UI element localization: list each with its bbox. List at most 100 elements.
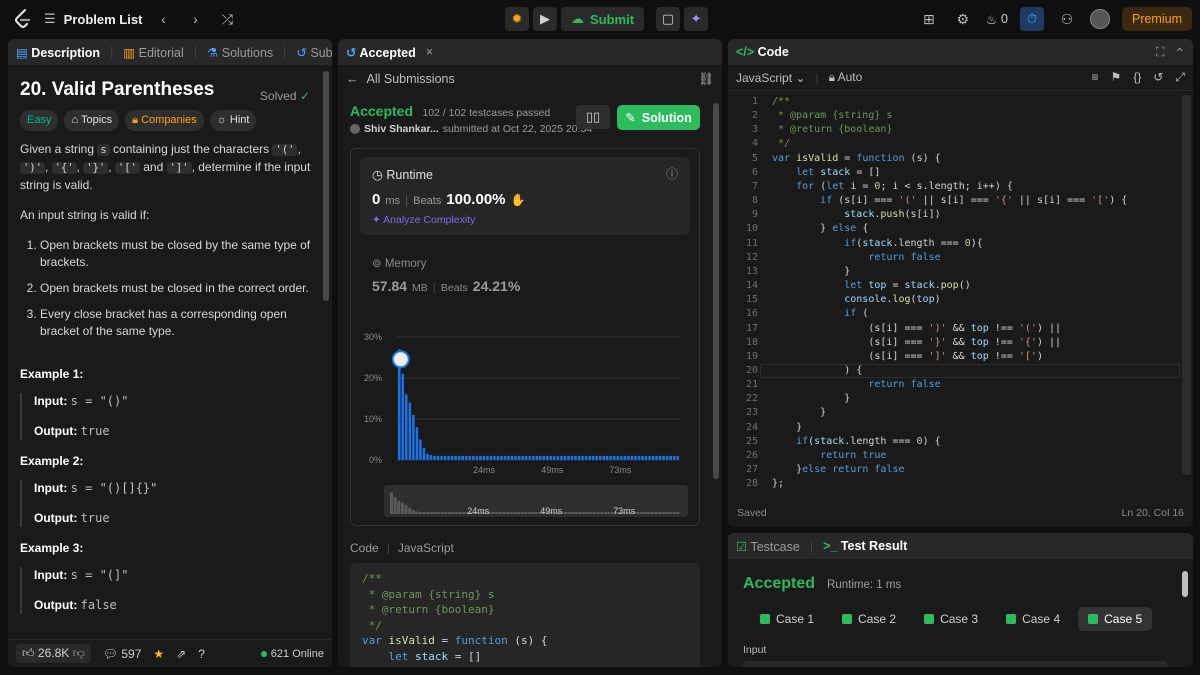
- chart-bar[interactable]: [570, 455, 574, 460]
- shuffle-icon[interactable]: ⤮: [216, 11, 238, 28]
- tab-solutions[interactable]: ⚗ Solutions: [207, 45, 273, 60]
- chart-bar[interactable]: [539, 455, 542, 460]
- submission-scrollbar[interactable]: [713, 103, 719, 479]
- link-icon[interactable]: ⛓: [698, 72, 714, 87]
- editor-body[interactable]: 1 2 3 4 5 6 7 8 9 10 11 12 13 14 15 16 1…: [728, 95, 1193, 495]
- case-tab[interactable]: Case 2: [832, 607, 906, 631]
- next-problem-icon[interactable]: ›: [184, 11, 206, 27]
- chart-bar[interactable]: [510, 455, 514, 460]
- memory-section[interactable]: ⊚ Memory 57.84 MB | Beats 24.21%: [372, 256, 672, 294]
- reset-icon[interactable]: ↺: [1153, 70, 1163, 85]
- premium-button[interactable]: Premium: [1121, 7, 1192, 31]
- chart-bar[interactable]: [595, 455, 598, 460]
- chart-bar[interactable]: [401, 373, 405, 460]
- chart-bar[interactable]: [475, 455, 479, 460]
- chart-bar[interactable]: [468, 455, 472, 460]
- layout-grid-icon[interactable]: ⊞: [918, 11, 940, 28]
- tab-testcase[interactable]: ☑ Testcase: [736, 539, 800, 554]
- chart-bar[interactable]: [507, 455, 510, 460]
- editorial-book-button[interactable]: ▯▯: [576, 105, 610, 129]
- chart-bar[interactable]: [627, 455, 630, 460]
- chart-bar[interactable]: [447, 455, 450, 460]
- chart-bar[interactable]: [535, 455, 538, 460]
- case-tab[interactable]: Case 1: [750, 607, 824, 631]
- chart-bar[interactable]: [479, 455, 482, 460]
- chart-bar[interactable]: [443, 455, 447, 460]
- tab-description[interactable]: ▤ Description: [16, 45, 100, 60]
- chart-bar[interactable]: [422, 447, 426, 460]
- tab-test-result[interactable]: >_ Test Result: [823, 539, 907, 553]
- chart-bar[interactable]: [672, 455, 676, 460]
- chart-bar[interactable]: [665, 455, 669, 460]
- chart-bar[interactable]: [496, 455, 500, 460]
- fullscreen-expand-icon[interactable]: ⤢: [1175, 70, 1185, 85]
- chart-bar[interactable]: [574, 455, 577, 460]
- chart-bar[interactable]: [472, 455, 475, 460]
- editor-scrollbar[interactable]: [1182, 95, 1191, 475]
- problem-list-button[interactable]: ☰ Problem List: [44, 11, 142, 27]
- chart-bar[interactable]: [648, 455, 651, 460]
- chart-bar[interactable]: [426, 453, 429, 460]
- bookmark-icon[interactable]: ⚑: [1111, 70, 1122, 85]
- tab-submissions[interactable]: ↺ Subr: [296, 45, 332, 60]
- fullscreen-icon[interactable]: ⛶: [1156, 45, 1165, 60]
- runtime-distribution-chart[interactable]: 30% 20% 10% 0% 24ms 49ms 73ms 24ms 49ms 73ms: [350, 324, 710, 554]
- chart-bar[interactable]: [609, 455, 613, 460]
- chart-bar[interactable]: [503, 455, 507, 460]
- chart-bar[interactable]: [454, 455, 457, 460]
- chart-bar[interactable]: [549, 455, 553, 460]
- description-scrollbar[interactable]: [323, 71, 329, 301]
- chart-bar[interactable]: [457, 455, 461, 460]
- chart-bar[interactable]: [542, 455, 546, 460]
- share-icon[interactable]: ⇗: [176, 647, 186, 661]
- help-icon[interactable]: ?: [198, 647, 205, 661]
- close-tab-icon[interactable]: ×: [426, 45, 433, 59]
- chart-bar[interactable]: [482, 455, 486, 460]
- chart-bar[interactable]: [415, 427, 419, 460]
- chart-bar[interactable]: [429, 455, 433, 460]
- all-submissions-link[interactable]: ← All Submissions ⛓: [338, 65, 722, 93]
- chart-bar[interactable]: [464, 455, 468, 460]
- chart-bar[interactable]: [644, 455, 648, 460]
- chart-bar[interactable]: [500, 455, 503, 460]
- chart-bar[interactable]: [655, 455, 658, 460]
- chart-bar[interactable]: [637, 455, 641, 460]
- chart-bar[interactable]: [486, 455, 489, 460]
- thumbs-down-icon[interactable]: 👎︎: [73, 646, 85, 660]
- chart-bar[interactable]: [419, 439, 422, 461]
- chart-bar[interactable]: [613, 455, 616, 460]
- code-content[interactable]: /** * @param {string} s * @return {boole…: [772, 95, 1127, 491]
- chart-bar[interactable]: [620, 455, 623, 460]
- chart-bar[interactable]: [546, 455, 549, 460]
- info-icon[interactable]: ⓘ: [666, 165, 678, 182]
- chart-bar[interactable]: [440, 455, 443, 460]
- chart-bar[interactable]: [433, 455, 436, 460]
- chart-bar[interactable]: [584, 455, 588, 460]
- chart-bar[interactable]: [598, 455, 602, 460]
- chart-bar[interactable]: [567, 455, 570, 460]
- avatar[interactable]: [1089, 9, 1110, 29]
- chart-bar[interactable]: [630, 455, 634, 460]
- language-select[interactable]: JavaScript ⌄: [736, 71, 805, 85]
- companies-tag[interactable]: 🔒︎ Companies: [125, 110, 204, 131]
- settings-gear-icon[interactable]: ⚙: [952, 11, 974, 28]
- tab-code[interactable]: </> Code: [736, 45, 789, 59]
- chart-bar[interactable]: [412, 414, 415, 460]
- case-tab[interactable]: Case 5: [1078, 607, 1153, 631]
- chart-bar[interactable]: [556, 455, 560, 460]
- tab-editorial[interactable]: ▥ Editorial: [123, 45, 183, 60]
- add-user-icon[interactable]: ⚇: [1056, 11, 1078, 28]
- auto-mode-toggle[interactable]: 🔒︎ Auto: [829, 70, 863, 85]
- chart-bar[interactable]: [405, 394, 408, 460]
- chart-bar[interactable]: [662, 455, 665, 460]
- chart-bar[interactable]: [634, 455, 637, 460]
- timer-button[interactable]: ⏱: [1019, 7, 1044, 31]
- like-button[interactable]: 👍︎ 26.8K 👎︎: [16, 644, 91, 663]
- chart-bar[interactable]: [676, 455, 679, 460]
- notes-button[interactable]: ▢: [656, 7, 681, 31]
- chart-bar[interactable]: [623, 455, 627, 460]
- chart-bar[interactable]: [658, 455, 662, 460]
- chart-bar[interactable]: [560, 455, 563, 460]
- debug-button[interactable]: ✹: [505, 7, 529, 31]
- chart-bar[interactable]: [581, 455, 584, 460]
